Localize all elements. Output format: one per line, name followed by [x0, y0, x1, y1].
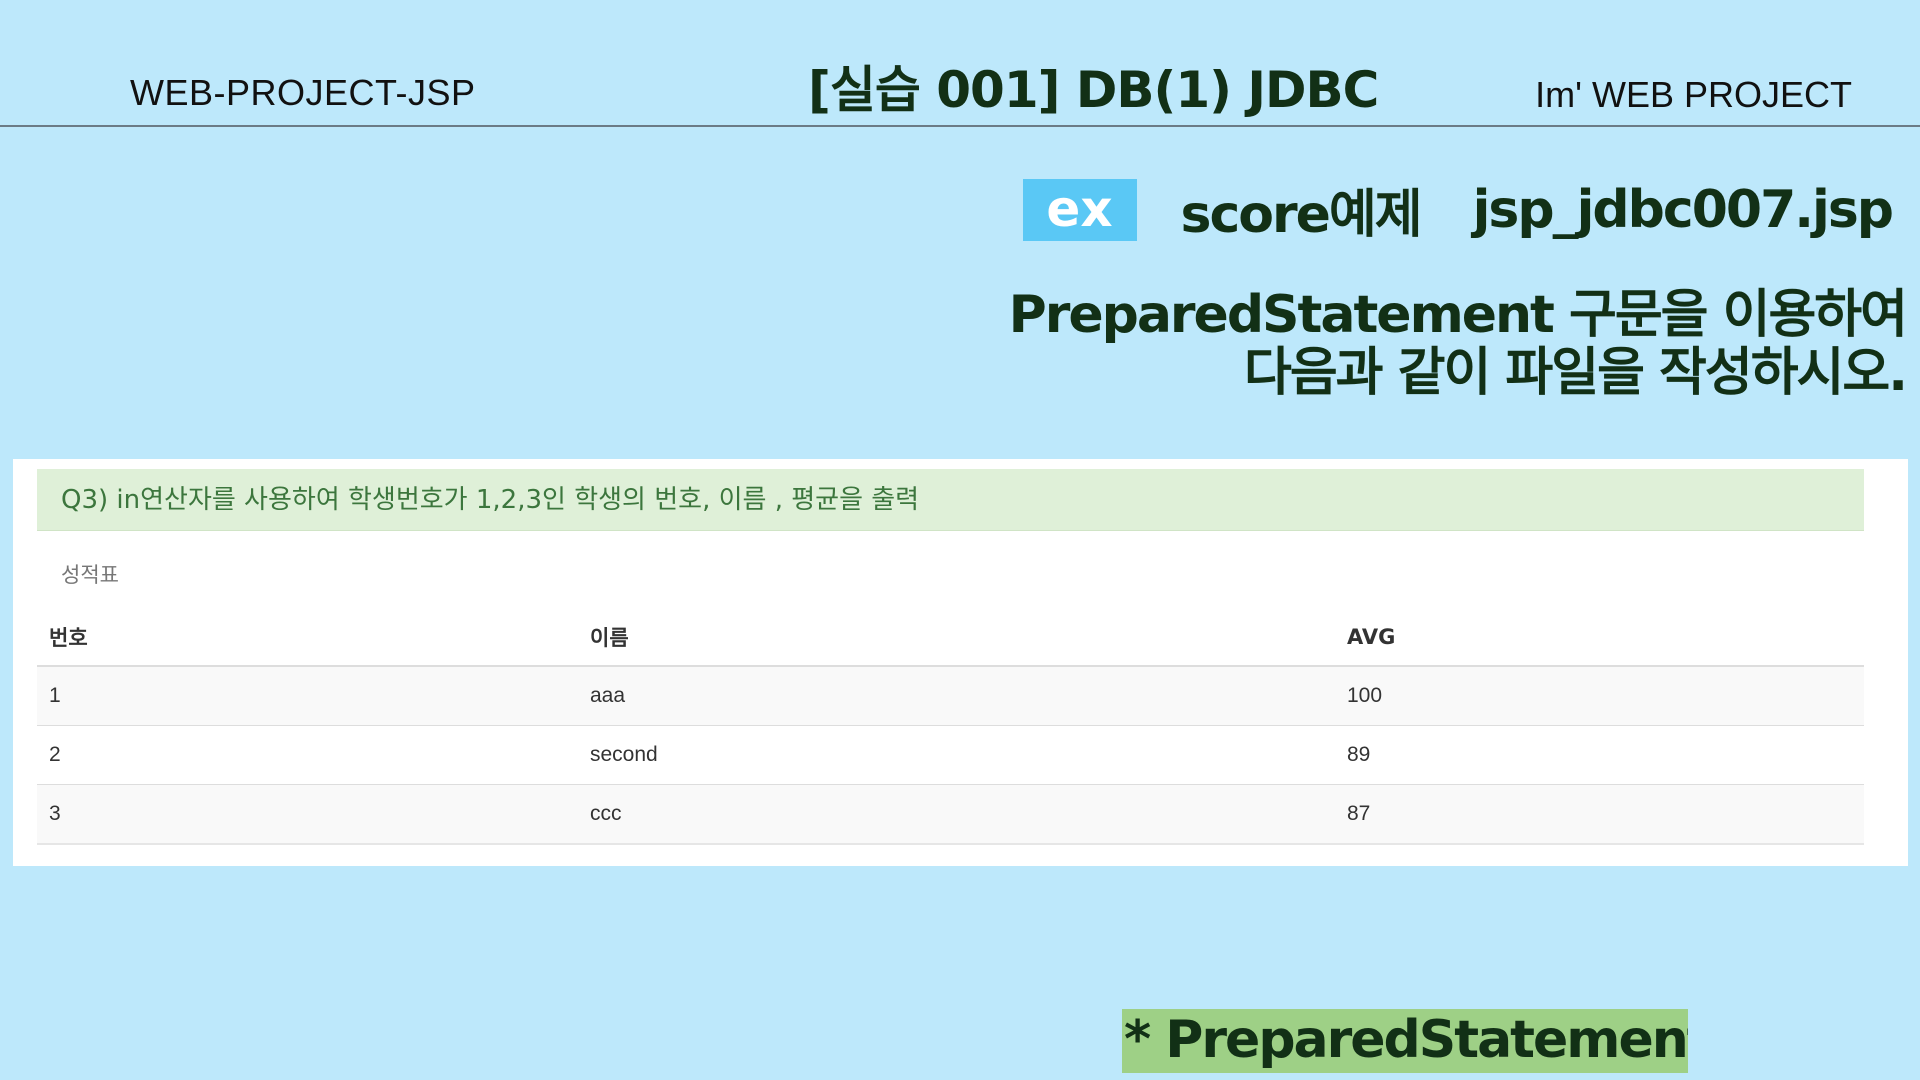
header-divider	[0, 125, 1920, 127]
footer-highlight-tag: * PreparedStatement	[1122, 1009, 1688, 1073]
question-alert: Q3) in연산자를 사용하여 학생번호가 1,2,3인 학생의 번호, 이름 …	[37, 469, 1864, 531]
example-filename: jsp_jdbc007.jsp	[1472, 179, 1894, 240]
cell-number: 2	[37, 725, 578, 785]
header-right-title: Im' WEB PROJECT	[1535, 74, 1852, 115]
header-left-title: WEB-PROJECT-JSP	[130, 72, 476, 113]
table-row: 2 second 89	[37, 725, 1864, 785]
cell-avg: 100	[1335, 665, 1864, 726]
table-header-row: 번호 이름 AVG	[37, 609, 1864, 667]
cell-number: 3	[37, 784, 578, 845]
instruction-text: PreparedStatement 구문을 이용하여 다음과 같이 파일을 작성…	[1008, 285, 1908, 403]
table-row: 3 ccc 87	[37, 784, 1864, 845]
cell-name: second	[578, 725, 1335, 785]
cell-number: 1	[37, 665, 578, 726]
column-header-number: 번호	[37, 609, 578, 667]
table-caption: 성적표	[61, 563, 119, 587]
example-row: ex score예제 jsp_jdbc007.jsp	[1022, 172, 1894, 247]
example-title: score예제	[1180, 185, 1423, 245]
ex-badge: ex	[1022, 178, 1137, 241]
table-row: 1 aaa 100	[37, 665, 1864, 726]
score-table: 번호 이름 AVG 1 aaa 100 2 second 89 3 ccc 87	[37, 609, 1864, 845]
cell-name: aaa	[578, 665, 1335, 726]
screenshot-panel: Q3) in연산자를 사용하여 학생번호가 1,2,3인 학생의 번호, 이름 …	[13, 459, 1908, 866]
cell-name: ccc	[578, 784, 1335, 845]
slide-title: [실습 001] DB(1) JDBC	[808, 61, 1379, 119]
column-header-name: 이름	[578, 609, 1335, 667]
column-header-avg: AVG	[1335, 609, 1864, 667]
cell-avg: 87	[1335, 784, 1864, 845]
cell-avg: 89	[1335, 725, 1864, 785]
slide: { "header": { "left": "WEB-PROJECT-JSP",…	[0, 0, 1920, 1080]
instruction-line-2: 다음과 같이 파일을 작성하시오.	[1244, 343, 1908, 403]
instruction-line-1: PreparedStatement 구문을 이용하여	[1008, 285, 1908, 345]
